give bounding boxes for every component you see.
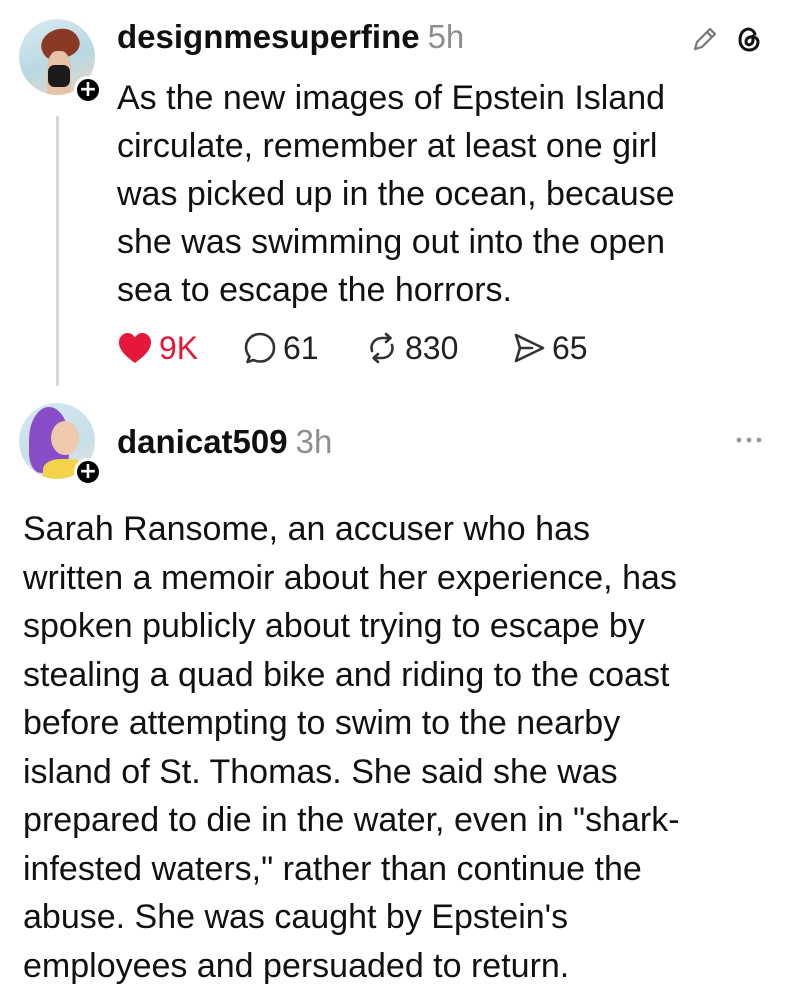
share-count: 65 (552, 329, 588, 366)
reply-count: 61 (283, 329, 319, 366)
avatar-face (51, 421, 79, 455)
follow-plus-icon[interactable]: + (74, 458, 102, 486)
reply-button[interactable]: 61 (243, 328, 319, 368)
pencil-icon[interactable] (689, 23, 721, 55)
reply-body: Sarah Ransome, an accuser who has writte… (23, 510, 680, 985)
repost-icon (370, 332, 394, 364)
username-link[interactable]: danicat509 (117, 423, 288, 460)
share-icon (514, 333, 545, 363)
threads-conversation: + designmesuperfine 5h As the new images … (0, 0, 791, 1000)
post-timestamp: 5h (427, 18, 465, 55)
post-body: As the new images of Epstein Island circ… (117, 79, 675, 309)
thread-connector-line (56, 116, 59, 386)
share-button[interactable]: 65 (512, 328, 588, 368)
repost-count: 830 (405, 329, 459, 366)
follow-plus-icon[interactable]: + (74, 76, 102, 104)
original-post: + designmesuperfine 5h As the new images … (0, 0, 791, 400)
username-link[interactable]: designmesuperfine (117, 18, 420, 55)
comment-icon (244, 332, 276, 364)
repost-button[interactable]: 830 (365, 328, 458, 368)
more-options-icon[interactable] (733, 430, 765, 450)
threads-icon[interactable] (733, 23, 765, 55)
reply-author: danicat509 3h (117, 423, 332, 461)
like-count: 9K (159, 329, 199, 366)
reply-timestamp: 3h (295, 423, 333, 460)
post-author: designmesuperfine 5h (117, 18, 464, 56)
like-button[interactable]: 9K (117, 328, 198, 368)
heart-icon (119, 333, 151, 363)
avatar-swimsuit (48, 65, 70, 87)
